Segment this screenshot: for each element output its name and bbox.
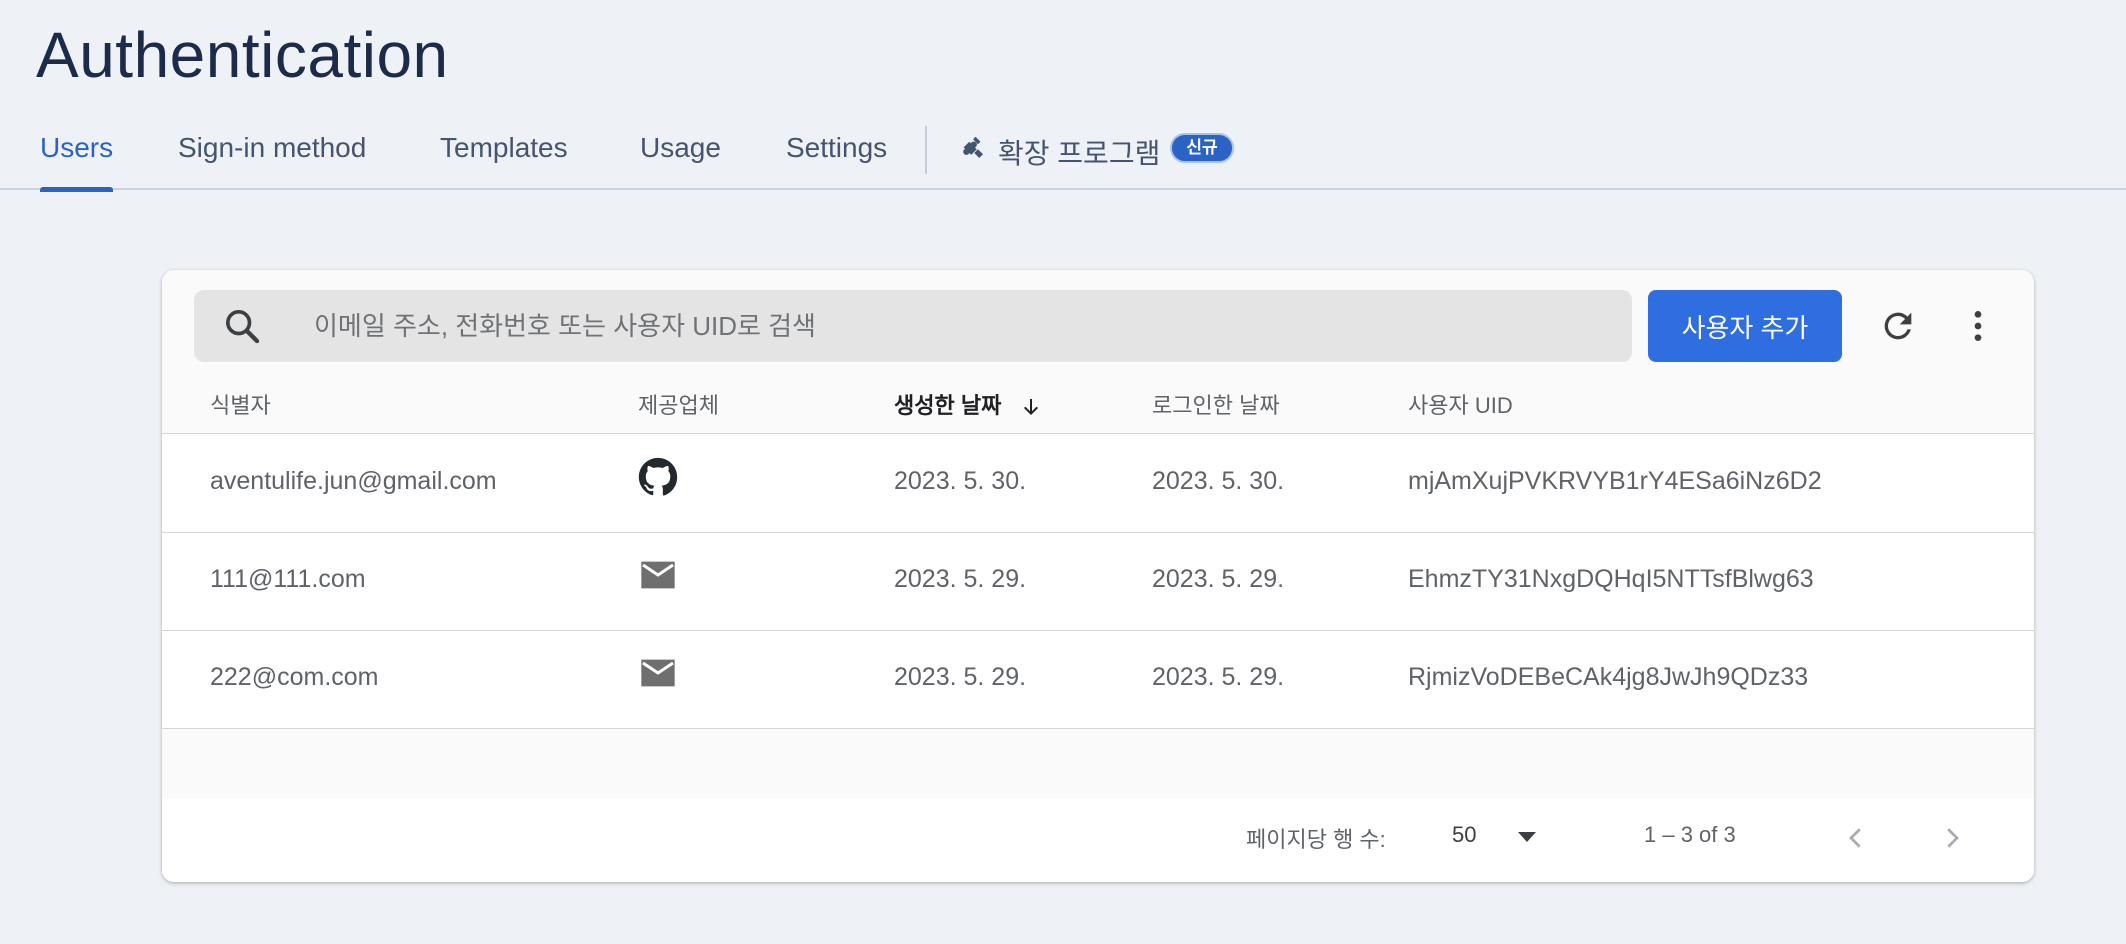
search-input[interactable] [312,290,1612,362]
table-header: 식별자 제공업체 생성한 날짜 로그인한 날짜 사용자 UID [162,378,2034,434]
arrow-down-icon [1024,399,1039,416]
rows-per-page-label: 페이지당 행 수: [1246,827,1386,852]
users-card: 사용자 추가 식별자 제공업체 생성한 날짜 로그인한 날짜 사용자 UID a… [162,270,2034,882]
tab-extensions-label: 확장 프로그램 [998,138,1161,169]
puzzle-icon [963,136,983,158]
column-header-signed-in[interactable]: 로그인한 날짜 [1152,388,1280,420]
email-icon [641,561,675,589]
cell-identifier: 222@com.com [210,663,379,691]
refresh-icon [1884,312,1912,340]
cell-signed-in: 2023. 5. 29. [1152,565,1285,593]
tab-divider [925,126,927,174]
column-header-created[interactable]: 생성한 날짜 [894,388,1043,420]
cell-created: 2023. 5. 30. [894,467,1027,495]
chevron-right-icon [1947,828,1959,848]
table-pagination: 페이지당 행 수: 50 1 – 3 of 3 [162,798,2034,882]
pagination-range: 1 – 3 of 3 [1644,822,1736,847]
more-options-button[interactable] [1950,298,2006,354]
tab-settings[interactable]: Settings [786,132,887,190]
tab-usage[interactable]: Usage [640,132,721,190]
github-icon [638,457,678,496]
cell-signed-in: 2023. 5. 30. [1152,467,1285,495]
tab-sign-in-method[interactable]: Sign-in method [178,132,366,190]
dropdown-arrow-icon [1518,832,1536,842]
cell-identifier: aventulife.jun@gmail.com [210,467,497,495]
refresh-button[interactable] [1870,298,1926,354]
previous-page-button[interactable] [1834,816,1878,860]
tab-templates-label: Templates [440,132,568,163]
cell-uid: EhmzTY31NxgDQHqI5NTTsfBlwg63 [1408,565,1814,593]
cell-uid: RjmizVoDEBeCAk4jg8JwJh9QDz33 [1408,663,1809,691]
chevron-left-icon [1849,828,1861,848]
tab-usage-label: Usage [640,132,721,163]
email-icon [641,659,675,687]
more-vert-icon [1974,311,1982,341]
cell-identifier: 111@111.com [210,565,366,593]
rows-per-page-value: 50 [1452,822,1477,847]
table-row[interactable]: 222@com.com 2023. 5. 29. 2023. 5. 29. Rj… [162,631,2034,729]
tab-users-label: Users [40,132,114,163]
search-bar[interactable] [194,290,1632,362]
column-header-created-label: 생성한 날짜 [894,393,1002,418]
tab-templates[interactable]: Templates [440,132,568,190]
page-title: Authentication [36,19,449,91]
tab-users[interactable]: Users [40,132,114,192]
tab-settings-label: Settings [786,132,888,163]
tab-sign-in-method-label: Sign-in method [178,132,367,163]
next-page-button[interactable] [1930,816,1974,860]
table-row[interactable]: aventulife.jun@gmail.com 2023. 5. 30. 20… [162,435,2034,533]
tab-bar: Users Sign-in method Templates Usage Set… [0,118,2126,192]
column-header-uid[interactable]: 사용자 UID [1408,388,1513,420]
add-user-button[interactable]: 사용자 추가 [1648,290,1842,362]
cell-signed-in: 2023. 5. 29. [1152,663,1285,691]
search-icon [226,310,260,344]
column-header-provider[interactable]: 제공업체 [638,388,719,420]
cell-created: 2023. 5. 29. [894,565,1027,593]
table-row[interactable]: 111@111.com 2023. 5. 29. 2023. 5. 29. Eh… [162,533,2034,631]
rows-per-page-select[interactable]: 50 [1452,818,1572,858]
column-header-identifier[interactable]: 식별자 [210,388,271,420]
cell-created: 2023. 5. 29. [894,663,1027,691]
new-badge: 신규 [1170,133,1234,163]
cell-uid: mjAmXujPVKRVYB1rY4ESa6iNz6D2 [1408,467,1822,495]
active-tab-indicator [40,187,114,192]
tab-extensions[interactable]: 확장 프로그램 신규 [958,132,1234,190]
